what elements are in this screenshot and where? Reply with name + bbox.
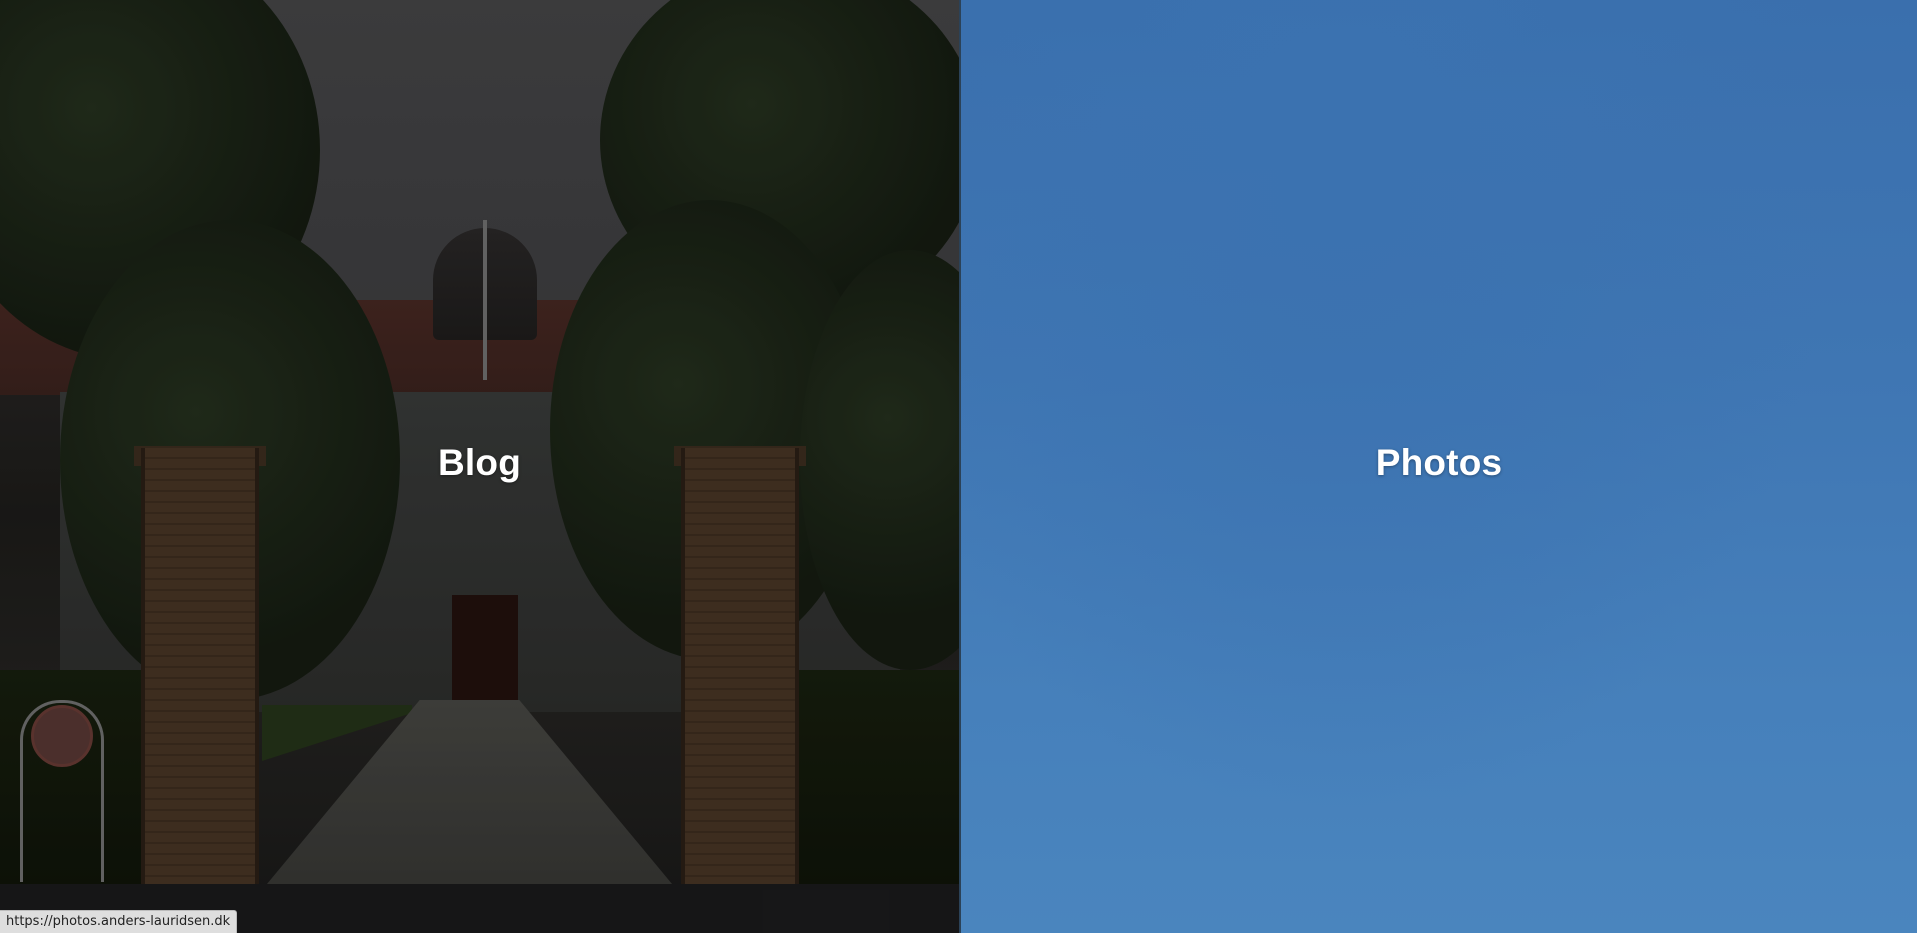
flagpole [483,220,487,380]
blog-label: Blog [437,442,522,483]
parking-sign [31,705,93,767]
hedge-right [790,670,959,885]
building-door [452,595,518,700]
left-gate-pillar [141,448,259,884]
split-landing: Blog ✈ Photos https://photos.anders-laur… [0,0,1917,933]
right-gate-pillar [681,448,799,884]
photos-label: Photos [1375,442,1503,483]
photos-panel-link[interactable]: ✈ Photos [959,0,1917,933]
link-status-bar: https://photos.anders-lauridsen.dk [0,910,238,933]
blog-panel-link[interactable]: Blog [0,0,959,933]
